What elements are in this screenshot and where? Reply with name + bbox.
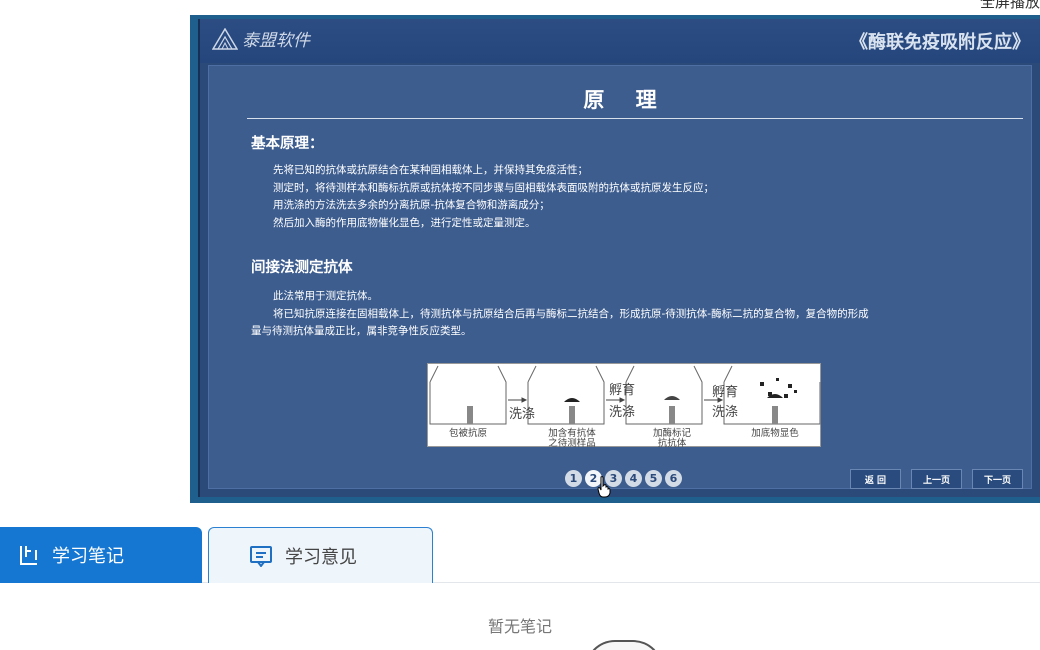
tab-study-notes[interactable]: 学习笔记 <box>0 527 202 583</box>
tab-label: 学习笔记 <box>52 546 124 567</box>
indirect-line: 量与待测抗体量成正比，属非竞争性反应类型。 <box>251 325 472 337</box>
page-1-button[interactable]: 1 <box>565 470 582 487</box>
player-topbar: 泰盟软件 《酶联免疫吸附反应》 <box>200 19 1040 63</box>
section-heading-principle: 基本原理： <box>251 136 324 152</box>
empty-notes-text: 暂无笔记 <box>487 617 552 636</box>
course-title: 《酶联免疫吸附反应》 <box>850 32 1030 53</box>
diagram-step-label: 之待测样品 <box>548 437 596 448</box>
section-heading-indirect: 间接法测定抗体 <box>251 260 353 276</box>
incubate-label: 孵育 <box>609 382 635 398</box>
courseware-player: 泰盟软件 《酶联免疫吸附反应》 原 理 基本原理： 先将已知的抗体或抗原结合在某… <box>190 15 1040 503</box>
page-root: 全屏播放 泰盟软件 《酶联免疫吸附反应》 原 理 基本原理： 先将已知的抗体或抗… <box>0 0 1040 650</box>
wash-label: 洗涤 <box>609 405 635 420</box>
indirect-line: 此法常用于测定抗体。 <box>273 290 378 302</box>
principle-text: 先将已知的抗体或抗原结合在某种固相载体上，并保持其免疫活性； 测定时，将待测样本… <box>251 162 1017 232</box>
diagram-step-label: 加底物显色 <box>751 427 799 439</box>
elisa-diagram: 洗涤 孵育 洗涤 孵育 洗涤 包被抗原 加含有抗体 之待测样品 加酶标记 抗抗体 加底物显… <box>427 363 821 449</box>
message-icon <box>250 545 272 567</box>
tab-label: 学习意见 <box>285 546 357 568</box>
slide-nav: 返 回 上一页 下一页 <box>850 469 1023 489</box>
title-divider <box>247 118 1023 119</box>
slide: 原 理 基本原理： 先将已知的抗体或抗原结合在某种固相载体上，并保持其免疫活性；… <box>208 65 1032 498</box>
incubate-label: 孵育 <box>712 384 738 400</box>
brand-mountain-icon <box>212 27 238 50</box>
page-6-button[interactable]: 6 <box>665 470 682 487</box>
principle-line: 先将已知的抗体或抗原结合在某种固相载体上，并保持其免疫活性； <box>273 164 588 176</box>
indirect-text: 此法常用于测定抗体。 将已知抗原连接在固相载体上，待测抗体与抗原结合后再与酶标二… <box>251 288 1017 341</box>
principle-line: 然后加入酶的作用底物催化显色，进行定性或定量测定。 <box>273 216 536 229</box>
empty-state-illustration <box>585 640 663 650</box>
tab-study-feedback[interactable]: 学习意见 <box>208 527 433 583</box>
brand-logo: 泰盟软件 <box>212 26 310 51</box>
fullscreen-link[interactable]: 全屏播放 <box>980 0 1040 12</box>
principle-line: 用洗涤的方法洗去多余的分离抗原-抗体复合物和游离成分； <box>273 199 550 211</box>
page-4-button[interactable]: 4 <box>625 470 642 487</box>
wash-label: 洗涤 <box>712 405 738 420</box>
diagram-step-label: 包被抗原 <box>449 427 487 439</box>
next-page-button[interactable]: 下一页 <box>972 469 1023 489</box>
brand-name: 泰盟软件 <box>242 31 310 51</box>
wash-label: 洗涤 <box>509 407 535 422</box>
slide-title: 原 理 <box>583 88 669 112</box>
indirect-line: 将已知抗原连接在固相载体上，待测抗体与抗原结合后再与酶标二抗结合，形成抗原-待测… <box>273 307 869 320</box>
page-5-button[interactable]: 5 <box>645 470 662 487</box>
back-button[interactable]: 返 回 <box>850 469 901 489</box>
prev-page-button[interactable]: 上一页 <box>911 469 962 489</box>
page-pager: 123456 <box>565 470 682 487</box>
hand-cursor-icon <box>597 476 611 498</box>
principle-line: 测定时，将待测样本和酶标抗原或抗体按不同步骤与固相载体表面吸附的抗体或抗原发生反… <box>273 181 714 194</box>
study-tabs: 学习笔记 学习意见 <box>0 527 1040 583</box>
diagram-step-label: 抗抗体 <box>658 437 687 448</box>
note-icon <box>20 546 37 565</box>
player-frame: 泰盟软件 《酶联免疫吸附反应》 原 理 基本原理： 先将已知的抗体或抗原结合在某… <box>198 19 1040 498</box>
